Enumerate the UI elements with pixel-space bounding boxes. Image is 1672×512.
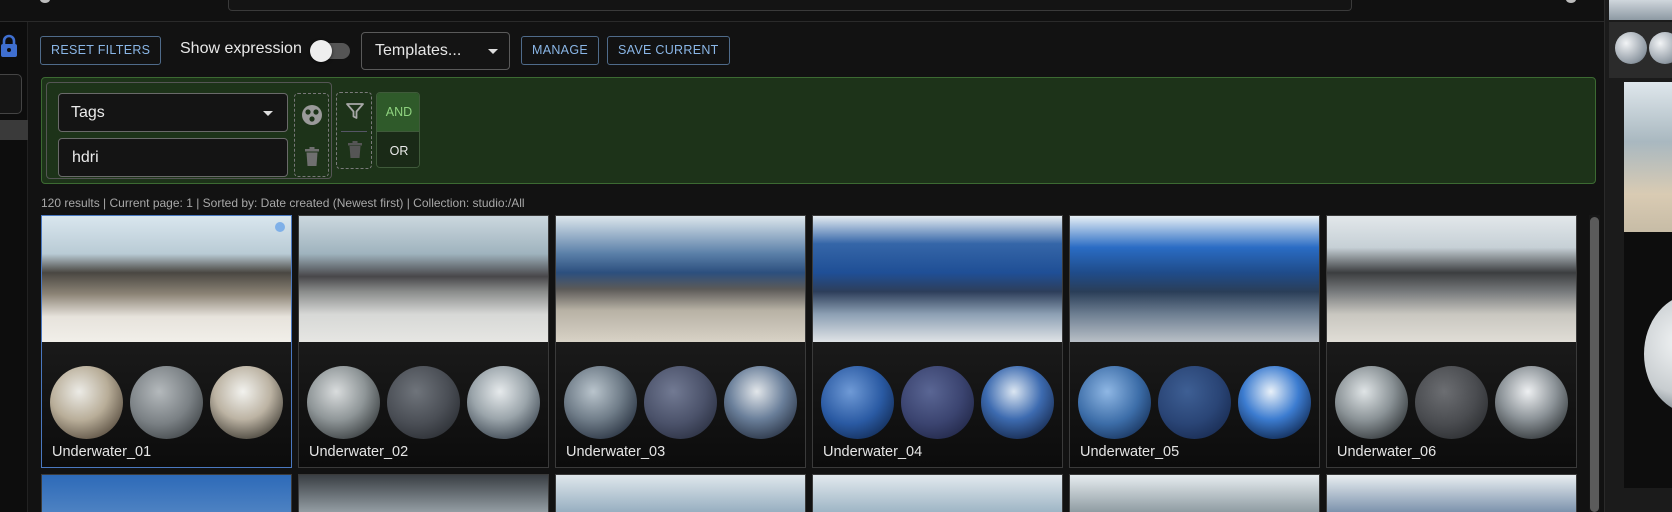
- diffuse-sphere-preview: [1158, 366, 1231, 439]
- hdri-thumbnail: [813, 216, 1062, 342]
- material-preview-strip: Underwater_06: [1327, 342, 1576, 467]
- material-preview-strip: Underwater_04: [813, 342, 1062, 467]
- rule-options-icon[interactable]: [301, 104, 323, 126]
- preview-image: [1624, 82, 1672, 232]
- hdri-thumbnail: [1327, 216, 1576, 342]
- separator: [341, 131, 367, 132]
- left-panel-edge: [0, 22, 28, 512]
- chrome-sphere-preview: [981, 366, 1054, 439]
- selected-dot-icon: [275, 222, 285, 232]
- asset-card[interactable]: [1326, 474, 1577, 512]
- filter-rule: Tags: [46, 82, 332, 179]
- chrome-sphere-preview: [1335, 366, 1408, 439]
- diffuse-sphere-preview: [130, 366, 203, 439]
- sphere-preview: [1649, 32, 1672, 64]
- group-actions: [336, 92, 372, 169]
- filter-funnel-icon[interactable]: [345, 101, 365, 121]
- asset-card[interactable]: [1069, 474, 1320, 512]
- scrollbar-thumb[interactable]: [1590, 217, 1599, 512]
- chrome-sphere-preview: [564, 366, 637, 439]
- asset-card-underwater-04[interactable]: Underwater_04: [812, 215, 1063, 468]
- asset-name: Underwater_05: [1080, 444, 1180, 460]
- diffuse-sphere-preview: [1415, 366, 1488, 439]
- asset-card-underwater-05[interactable]: Underwater_05: [1069, 215, 1320, 468]
- side-panel-highlight: [0, 120, 28, 140]
- large-sphere-preview: [1644, 294, 1672, 414]
- chrome-sphere-preview: [50, 366, 123, 439]
- asset-name: Underwater_04: [823, 444, 923, 460]
- show-expression-label: Show expression: [180, 40, 302, 57]
- trash-icon[interactable]: [347, 141, 363, 159]
- or-button[interactable]: OR: [377, 131, 419, 167]
- asset-grid: Underwater_01 Underwater_02 Underwater_0…: [41, 215, 1585, 512]
- asset-card[interactable]: [298, 474, 549, 512]
- hdri-thumbnail: [299, 216, 548, 342]
- preview-spheres: [1609, 22, 1672, 78]
- templates-select[interactable]: Templates...: [361, 32, 510, 70]
- chrome-sphere-preview: [1238, 366, 1311, 439]
- asset-card[interactable]: [41, 474, 292, 512]
- preview-viewport[interactable]: [1624, 232, 1672, 488]
- preview-thumbnail: [1609, 0, 1672, 20]
- filter-group-panel: Tags hdri AND OR: [41, 77, 1596, 184]
- hdri-thumbnail: [556, 216, 805, 342]
- diffuse-sphere-preview: [387, 366, 460, 439]
- chrome-sphere-preview: [1495, 366, 1568, 439]
- grid-scrollbar[interactable]: [1589, 215, 1600, 512]
- show-expression-toggle[interactable]: [310, 40, 350, 62]
- toggle-knob[interactable]: [310, 40, 332, 62]
- and-button[interactable]: AND: [377, 93, 419, 131]
- filter-field-select[interactable]: Tags: [58, 93, 288, 132]
- chrome-sphere-preview: [1078, 366, 1151, 439]
- asset-card[interactable]: [555, 474, 806, 512]
- sphere-preview: [1615, 32, 1647, 64]
- filter-value-input[interactable]: [58, 138, 288, 177]
- asset-name: Underwater_03: [566, 444, 666, 460]
- side-panel-button[interactable]: [0, 74, 22, 114]
- reset-filters-button[interactable]: RESET FILTERS: [40, 36, 162, 65]
- templates-select-value: Templates...: [375, 42, 462, 59]
- manage-button[interactable]: MANAGE: [521, 36, 599, 65]
- hdri-thumbnail: [42, 216, 291, 342]
- material-preview-strip: Underwater_01: [42, 342, 291, 467]
- asset-card-underwater-02[interactable]: Underwater_02: [298, 215, 549, 468]
- asset-card[interactable]: [812, 474, 1063, 512]
- chrome-sphere-preview: [307, 366, 380, 439]
- chrome-sphere-preview: [467, 366, 540, 439]
- chrome-sphere-preview: [724, 366, 797, 439]
- asset-name: Underwater_06: [1337, 444, 1437, 460]
- preview-panel-edge: [1604, 0, 1672, 512]
- results-status: 120 results | Current page: 1 | Sorted b…: [41, 196, 525, 210]
- material-preview-strip: Underwater_05: [1070, 342, 1319, 467]
- search-field-edge[interactable]: [228, 0, 1352, 11]
- filter-field-value: Tags: [71, 104, 105, 121]
- hdri-thumbnail: [1070, 216, 1319, 342]
- asset-browser: RESET FILTERS Show expression Templates.…: [0, 0, 1672, 512]
- asset-name: Underwater_02: [309, 444, 409, 460]
- material-preview-strip: Underwater_03: [556, 342, 805, 467]
- asset-card-underwater-03[interactable]: Underwater_03: [555, 215, 806, 468]
- lock-icon[interactable]: [0, 34, 18, 58]
- dropdown-caret-icon: [263, 111, 273, 116]
- diffuse-sphere-preview: [644, 366, 717, 439]
- chrome-sphere-preview: [821, 366, 894, 439]
- logic-toggle: AND OR: [376, 92, 420, 168]
- material-preview-strip: Underwater_02: [299, 342, 548, 467]
- asset-card-underwater-01[interactable]: Underwater_01: [41, 215, 292, 468]
- top-bar: [0, 0, 1604, 22]
- rule-actions: [294, 93, 329, 177]
- asset-name: Underwater_01: [52, 444, 152, 460]
- dropdown-caret-icon: [488, 49, 498, 54]
- asset-card-underwater-06[interactable]: Underwater_06: [1326, 215, 1577, 468]
- menu-indicator-icon[interactable]: [40, 0, 50, 3]
- window-control-icon[interactable]: [1566, 0, 1576, 3]
- trash-icon[interactable]: [304, 147, 320, 167]
- chrome-sphere-preview: [210, 366, 283, 439]
- save-current-button[interactable]: SAVE CURRENT: [607, 36, 730, 65]
- diffuse-sphere-preview: [901, 366, 974, 439]
